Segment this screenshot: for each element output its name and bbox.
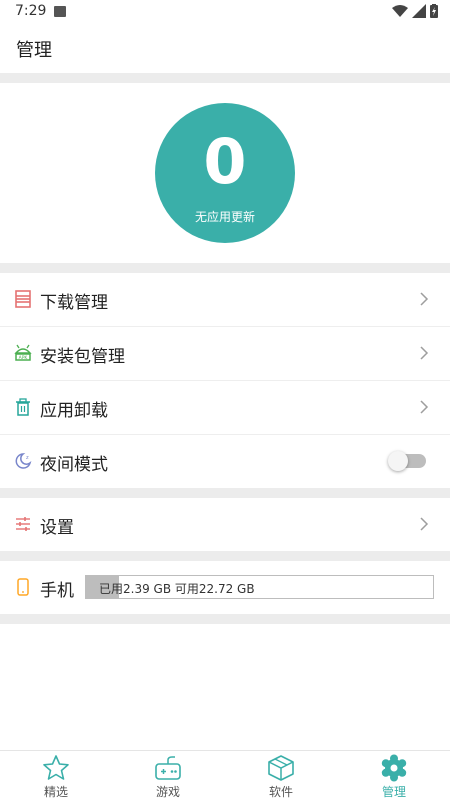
chevron-right-icon (420, 346, 429, 360)
section-gap (0, 488, 450, 498)
storage-row: 手机 已用2.39 GB 可用22.72 GB (0, 561, 450, 614)
trash-icon (16, 398, 30, 416)
nav-item-featured[interactable]: 精选 (0, 751, 112, 801)
menu-item-download[interactable]: 下载管理 (0, 273, 450, 326)
night-mode-toggle[interactable] (388, 451, 426, 471)
menu-item-label: 夜间模式 (40, 455, 108, 475)
storage-text: 已用2.39 GB 可用22.72 GB (99, 582, 255, 596)
update-status-label: 无应用更新 (194, 210, 255, 224)
menu-item-label: 应用卸载 (40, 401, 108, 421)
bottom-nav: 精选 游戏 软件 管理 (0, 750, 450, 801)
section-gap (0, 263, 450, 273)
list-icon (15, 290, 31, 308)
signal-icon (412, 4, 426, 18)
section-gap (0, 614, 450, 624)
battery-icon (430, 4, 438, 18)
menu-item-night-mode[interactable]: z 夜间模式 (0, 435, 450, 488)
star-icon (43, 755, 69, 780)
nav-label: 管理 (381, 785, 406, 799)
nav-label: 软件 (268, 785, 293, 799)
nav-label: 游戏 (155, 785, 180, 799)
menu-item-settings[interactable]: 设置 (0, 498, 450, 551)
menu-item-uninstall[interactable]: 应用卸载 (0, 381, 450, 434)
storage-bar: 已用2.39 GB 可用22.72 GB (85, 575, 434, 599)
menu-item-package[interactable]: APK 安装包管理 (0, 327, 450, 380)
page-title: 管理 (16, 40, 52, 61)
section-gap (0, 73, 450, 83)
android-icon: APK (14, 344, 32, 361)
nav-item-games[interactable]: 游戏 (112, 751, 224, 801)
chevron-right-icon (420, 517, 429, 531)
gear-icon (381, 754, 407, 782)
nav-item-manage[interactable]: 管理 (338, 751, 450, 801)
nav-item-software[interactable]: 软件 (225, 751, 337, 801)
status-bar: 7:29 (0, 0, 450, 24)
menu-item-label: 下载管理 (40, 293, 108, 313)
update-count: 0 (203, 125, 247, 198)
status-icons (392, 4, 438, 18)
status-time: 7:29 (15, 3, 47, 19)
update-count-circle[interactable]: 0 无应用更新 (155, 103, 295, 243)
moon-icon: z (15, 453, 32, 469)
storage-label: 手机 (40, 581, 74, 601)
image-notification-icon (54, 6, 66, 17)
update-summary: 0 无应用更新 (0, 83, 450, 263)
svg-text:z: z (26, 455, 29, 461)
svg-text:APK: APK (19, 355, 29, 361)
chevron-right-icon (420, 292, 429, 306)
menu-item-label: 设置 (40, 518, 74, 538)
sliders-icon (16, 517, 30, 531)
phone-icon (17, 578, 29, 596)
section-gap (0, 551, 450, 561)
nav-label: 精选 (43, 785, 68, 799)
menu-item-label: 安装包管理 (40, 347, 125, 367)
chevron-right-icon (420, 400, 429, 414)
gamepad-icon (155, 756, 181, 780)
box-icon (268, 755, 294, 781)
wifi-icon (392, 5, 408, 17)
toggle-knob (388, 451, 408, 471)
